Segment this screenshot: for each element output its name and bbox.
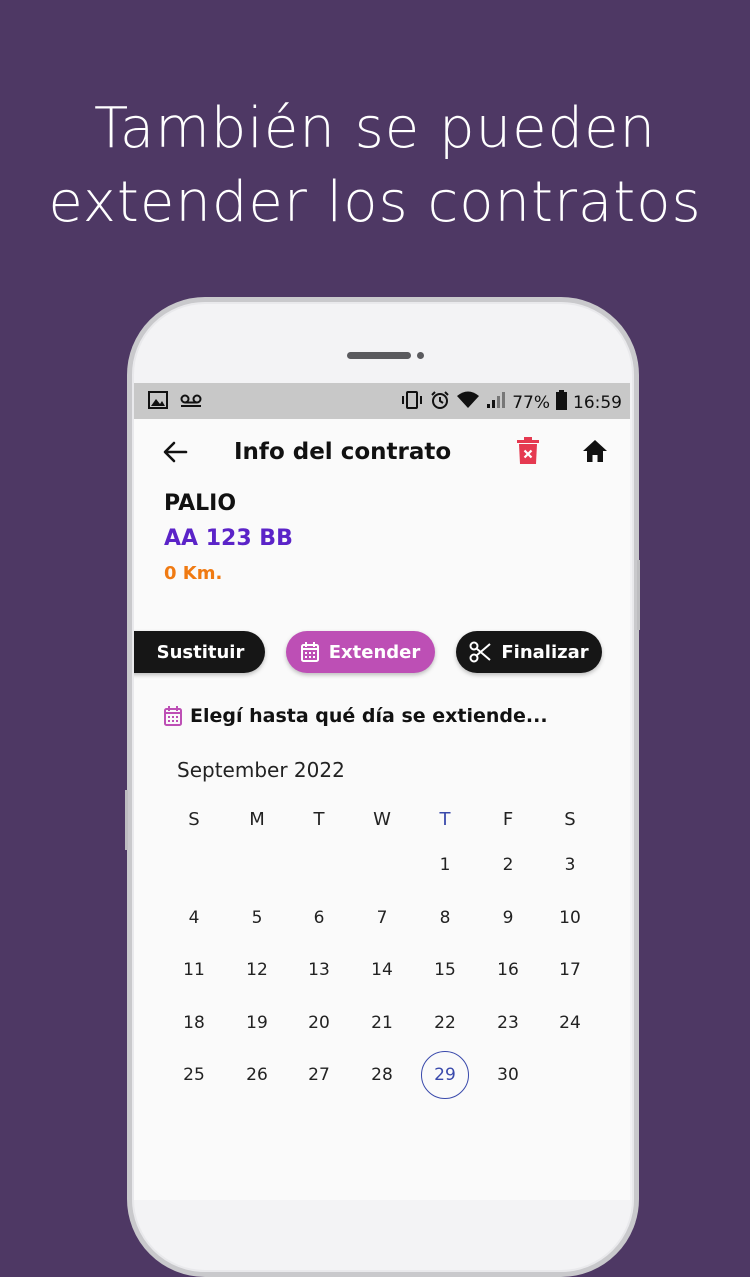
sustituir-label: Sustituir xyxy=(156,641,245,663)
calendar-day[interactable]: 6 xyxy=(295,894,343,942)
calendar-day[interactable]: 15 xyxy=(421,946,469,994)
headline-line-1: También se pueden xyxy=(93,96,657,161)
calendar-day[interactable]: 16 xyxy=(484,946,532,994)
app-bar: Info del contrato xyxy=(134,419,630,489)
calendar-month-label[interactable]: September 2022 xyxy=(177,758,345,782)
status-bar: 77% 16:59 xyxy=(134,383,630,419)
calendar-icon xyxy=(164,706,182,726)
calendar-day[interactable]: 22 xyxy=(421,999,469,1047)
wifi-icon xyxy=(456,391,480,414)
scissors-icon xyxy=(469,641,492,663)
vehicle-plate: AA 123 BB xyxy=(164,526,293,551)
calendar-day[interactable]: 28 xyxy=(358,1051,406,1099)
weekday-header: W xyxy=(373,808,391,830)
calendar-day[interactable]: 21 xyxy=(358,999,406,1047)
home-icon xyxy=(583,440,607,462)
voicemail-icon xyxy=(180,393,202,413)
calendar-day[interactable]: 17 xyxy=(546,946,594,994)
calendar-day[interactable]: 10 xyxy=(546,894,594,942)
headline-line-2: extender los contratos xyxy=(48,170,702,235)
calendar-day[interactable]: 19 xyxy=(233,999,281,1047)
weekday-header: T xyxy=(439,808,451,830)
calendar-day[interactable]: 30 xyxy=(484,1051,532,1099)
extender-button[interactable]: Extender xyxy=(286,631,435,673)
page-title: Info del contrato xyxy=(234,439,452,465)
calendar-day[interactable]: 14 xyxy=(358,946,406,994)
finalizar-button[interactable]: Finalizar xyxy=(456,631,602,673)
arrow-left-icon xyxy=(163,441,188,463)
calendar-day[interactable]: 2 xyxy=(484,841,532,889)
date-prompt-text: Elegí hasta qué día se extiende... xyxy=(190,705,548,727)
calendar-icon xyxy=(300,642,319,662)
finalizar-label: Finalizar xyxy=(501,641,589,663)
calendar-day[interactable]: 27 xyxy=(295,1051,343,1099)
phone-power-button xyxy=(637,560,640,630)
extender-label: Extender xyxy=(328,641,421,663)
vibrate-icon xyxy=(400,390,424,415)
calendar-day[interactable]: 3 xyxy=(546,841,594,889)
calendar-day[interactable]: 20 xyxy=(295,999,343,1047)
vehicle-km: 0 Km. xyxy=(164,563,223,584)
phone-volume-button xyxy=(125,790,128,850)
calendar-day[interactable]: 11 xyxy=(170,946,218,994)
calendar-day[interactable]: 7 xyxy=(358,894,406,942)
battery-percent: 77% xyxy=(512,392,550,413)
date-prompt: Elegí hasta qué día se extiende... xyxy=(164,705,548,727)
weekday-header: T xyxy=(313,808,325,830)
calendar-day[interactable]: 9 xyxy=(484,894,532,942)
battery-icon xyxy=(556,390,567,415)
calendar-day[interactable]: 18 xyxy=(170,999,218,1047)
weekday-header: M xyxy=(249,808,265,830)
calendar-day[interactable]: 23 xyxy=(484,999,532,1047)
back-button[interactable] xyxy=(160,437,194,471)
promo-headline: También se pueden extender los contratos xyxy=(0,92,750,240)
trash-icon xyxy=(517,437,539,464)
delete-button[interactable] xyxy=(517,437,545,469)
calendar-day[interactable]: 24 xyxy=(546,999,594,1047)
sustituir-button[interactable]: Sustituir xyxy=(134,631,265,673)
phone-screen: 77% 16:59 Info del contrato PALIO AA 123… xyxy=(134,383,630,1200)
calendar-day[interactable]: 4 xyxy=(170,894,218,942)
calendar-day[interactable]: 12 xyxy=(233,946,281,994)
image-icon xyxy=(148,391,168,414)
weekday-header: S xyxy=(188,808,200,830)
calendar-day[interactable]: 5 xyxy=(233,894,281,942)
phone-speaker xyxy=(347,352,411,359)
calendar-day[interactable]: 1 xyxy=(421,841,469,889)
alarm-icon xyxy=(430,390,450,415)
signal-icon xyxy=(486,391,506,414)
home-button[interactable] xyxy=(582,439,612,467)
status-time: 16:59 xyxy=(573,392,622,413)
calendar-day-selected[interactable]: 29 xyxy=(421,1051,469,1100)
weekday-header: S xyxy=(564,808,576,830)
calendar-day[interactable]: 8 xyxy=(421,894,469,942)
vehicle-model: PALIO xyxy=(164,491,237,516)
weekday-header: F xyxy=(502,808,514,830)
calendar-day[interactable]: 25 xyxy=(170,1051,218,1099)
calendar-day[interactable]: 26 xyxy=(233,1051,281,1099)
calendar-day[interactable]: 13 xyxy=(295,946,343,994)
phone-camera xyxy=(417,352,424,359)
